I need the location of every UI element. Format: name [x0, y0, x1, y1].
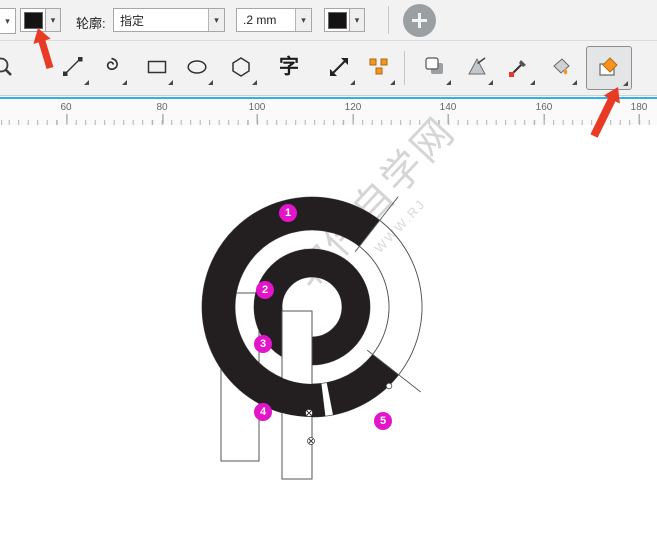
fill-bucket-tool[interactable] [542, 46, 580, 88]
zoom-tool[interactable] [0, 46, 22, 88]
outline-style-value: 指定 [114, 12, 208, 29]
text-tool[interactable]: 字 [270, 46, 308, 88]
step-badge-2: 2 [256, 281, 274, 299]
polygon-tool[interactable] [222, 46, 260, 88]
ruler-label: 180 [631, 102, 648, 113]
eyedropper-icon [507, 55, 531, 79]
outline-color-well[interactable] [324, 8, 350, 32]
chevron-down-icon: ▾ [5, 17, 10, 26]
chevron-down-icon[interactable]: ▾ [208, 9, 224, 31]
ruler-label: 60 [60, 102, 71, 113]
spiral-tool[interactable] [92, 46, 130, 88]
outline-color-swatch [328, 12, 347, 29]
freehand-line-tool[interactable] [54, 46, 92, 88]
smart-fill-tool[interactable] [586, 46, 632, 90]
extrude-tool[interactable] [458, 46, 496, 88]
magnifier-icon [0, 55, 15, 79]
outline-color-dropdown-button[interactable]: ▾ [350, 8, 365, 32]
color-eyedropper-tool[interactable] [500, 46, 538, 88]
cone-icon [465, 55, 489, 79]
rectangle-tool[interactable] [138, 46, 176, 88]
toolbar-separator [404, 51, 405, 85]
chevron-down-icon[interactable]: ▾ [295, 9, 311, 31]
rectangle-icon [145, 55, 169, 79]
line-icon [61, 55, 85, 79]
step-badge-1: 1 [279, 204, 297, 222]
drawing-canvas[interactable] [0, 125, 657, 540]
ruler-label: 120 [345, 102, 362, 113]
fill-color-dropdown-button[interactable]: ▾ [46, 8, 61, 32]
outline-color-picker[interactable]: ▾ [324, 8, 365, 32]
chevron-down-icon: ▾ [355, 16, 360, 25]
outline-width-value: .2 mm [237, 13, 295, 27]
fill-color-swatch [24, 12, 43, 29]
outline-label: 轮廓: [76, 13, 106, 32]
shadow-squares-icon [423, 55, 447, 79]
orange-nodes-icon [367, 55, 391, 79]
diamond-fill-icon [596, 56, 622, 80]
chevron-down-icon: ▾ [51, 16, 56, 25]
ruler-label: 100 [249, 102, 266, 113]
outline-width-select[interactable]: .2 mm ▾ [236, 8, 312, 32]
text-tool-glyph: 字 [279, 57, 299, 77]
paint-bucket-icon [549, 55, 573, 79]
ellipse-icon [185, 55, 209, 79]
ruler-label: 140 [440, 102, 457, 113]
ellipse-tool[interactable] [178, 46, 216, 88]
fill-color-well[interactable] [20, 8, 46, 32]
step-badge-5: 5 [374, 412, 392, 430]
step-badge-4: 4 [254, 403, 272, 421]
outline-style-select[interactable]: 指定 ▾ [113, 8, 225, 32]
plus-icon [412, 13, 427, 28]
fill-color-picker[interactable]: ▾ [20, 8, 61, 32]
toolbar-separator [388, 6, 389, 34]
plus-button[interactable] [403, 4, 436, 37]
chevron-down-icon: ▾ [214, 16, 219, 25]
horizontal-ruler[interactable]: 60 80 100 120 140 160 180 [0, 99, 657, 126]
property-bar: ▾ ▾ 轮廓: 指定 ▾ .2 mm ▾ ▾ [0, 0, 657, 41]
partial-dropdown[interactable]: ▾ [0, 8, 16, 34]
step-badge-3: 3 [254, 335, 272, 353]
diagonal-arrow-icon [327, 55, 351, 79]
chevron-down-icon: ▾ [301, 16, 306, 25]
ruler-label: 160 [536, 102, 553, 113]
polygon-icon [229, 55, 253, 79]
drop-shadow-tool[interactable] [416, 46, 454, 88]
ruler-label: 80 [156, 102, 167, 113]
spiral-icon [99, 55, 123, 79]
blend-tool[interactable] [320, 46, 358, 88]
distort-tool[interactable] [360, 46, 398, 88]
toolbox-bar: 字 [0, 41, 657, 96]
